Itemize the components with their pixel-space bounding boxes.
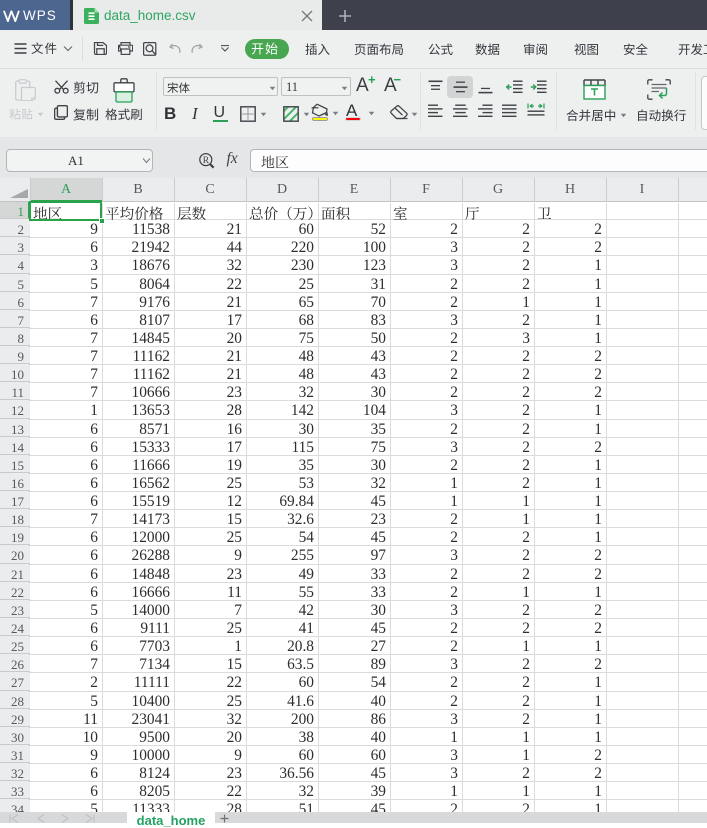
svg-text:R: R bbox=[203, 156, 210, 166]
